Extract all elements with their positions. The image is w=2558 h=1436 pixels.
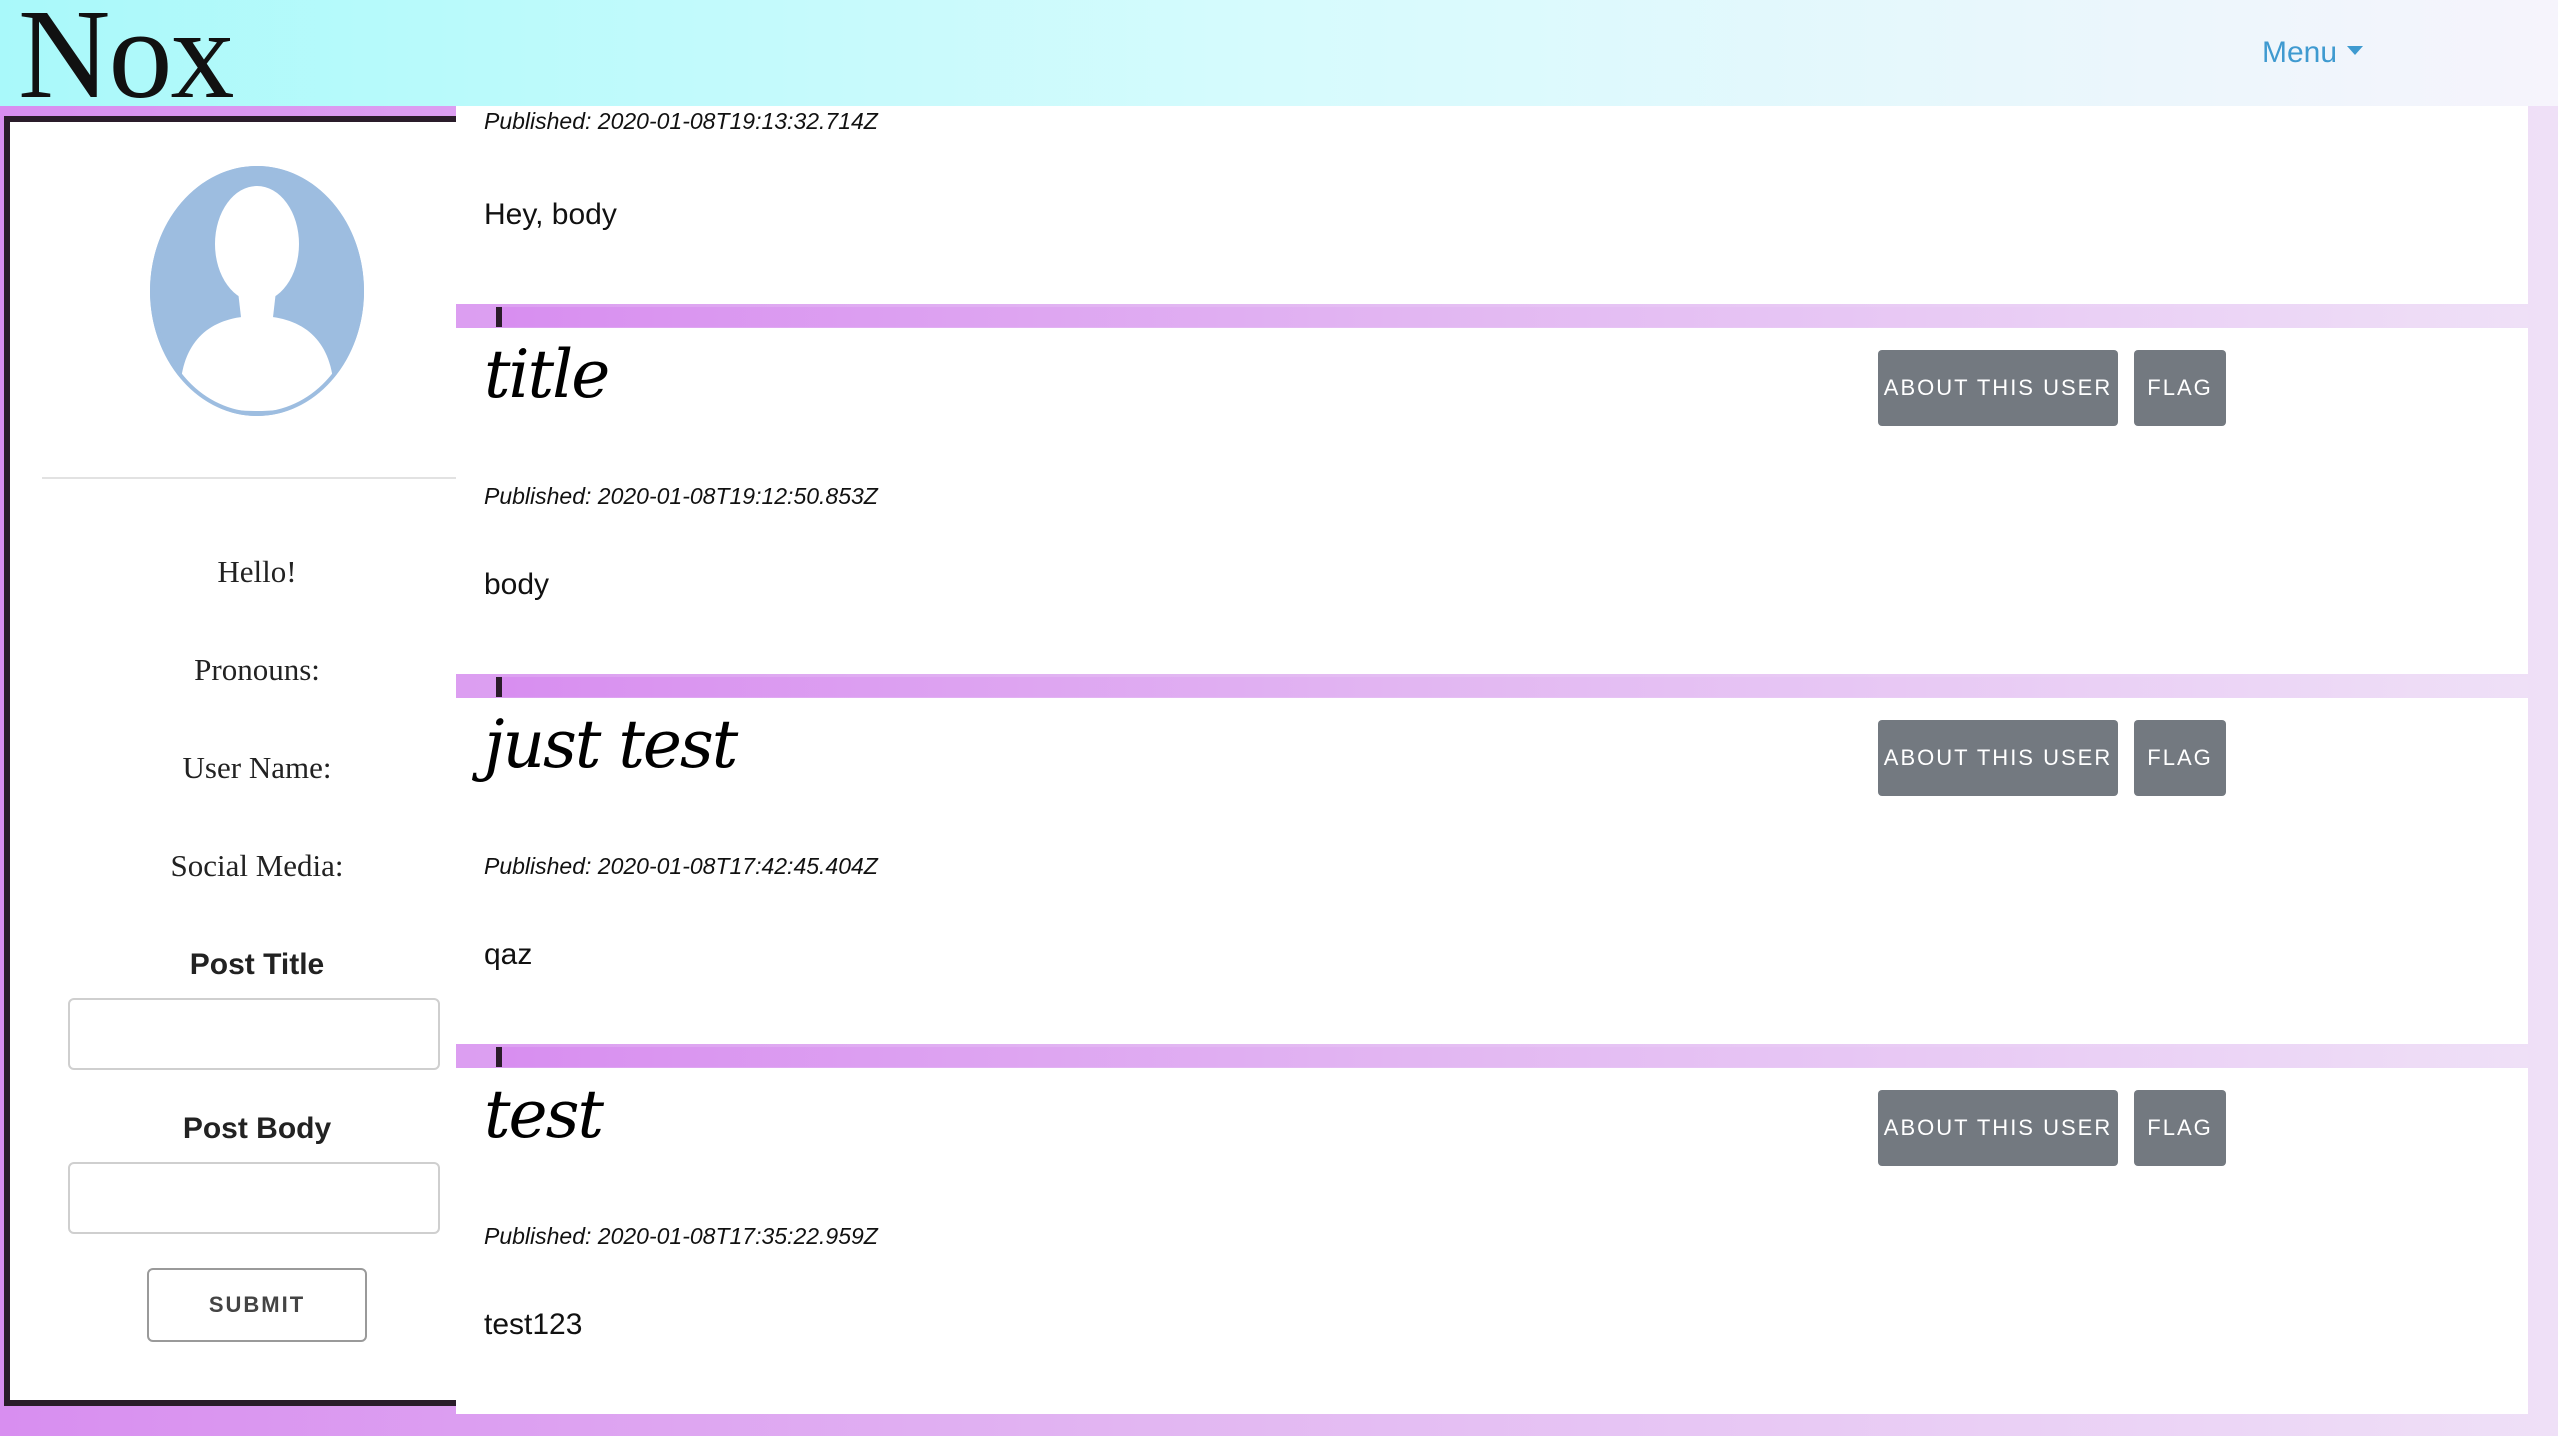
profile-panel: Hello! Pronouns: User Name: Social Media…: [4, 116, 462, 1406]
post-body-input[interactable]: [68, 1162, 440, 1234]
site-logo[interactable]: Nox: [18, 0, 234, 118]
username-label: User Name:: [182, 750, 332, 785]
post-body-label: Post Body: [182, 1112, 332, 1145]
flag-button[interactable]: FLAG: [2134, 720, 2226, 796]
flag-button[interactable]: FLAG: [2134, 350, 2226, 426]
post-body-text: body: [484, 568, 550, 601]
social-media-label: Social Media:: [170, 848, 344, 883]
submit-button[interactable]: SUBMIT: [147, 1268, 367, 1342]
post-title: test: [484, 1076, 604, 1153]
top-navbar: Nox Menu: [0, 0, 2558, 118]
about-this-user-button[interactable]: ABOUT THIS USER: [1878, 1090, 2118, 1166]
post-card: test ABOUT THIS USER FLAG Published: 202…: [456, 1068, 2528, 1414]
about-this-user-button[interactable]: ABOUT THIS USER: [1878, 720, 2118, 796]
pronouns-label: Pronouns:: [194, 652, 320, 687]
post-published-date: Published: 2020-01-08T19:12:50.853Z: [484, 483, 878, 509]
caret-down-icon: [2347, 45, 2364, 55]
menu-label: Menu: [2262, 36, 2338, 69]
menu-dropdown[interactable]: Menu: [2262, 36, 2364, 70]
post-body-text: Hey, body: [484, 198, 617, 231]
post-title: title: [484, 336, 610, 413]
greeting-text: Hello!: [217, 554, 297, 589]
post-card: Published: 2020-01-08T19:13:32.714Z Hey,…: [456, 106, 2528, 304]
post-body-text: test123: [484, 1308, 583, 1341]
post-title-input[interactable]: [68, 998, 440, 1070]
post-separator: [496, 677, 2528, 697]
user-silhouette-icon: [150, 166, 364, 416]
about-this-user-button[interactable]: ABOUT THIS USER: [1878, 350, 2118, 426]
post-published-date: Published: 2020-01-08T19:13:32.714Z: [484, 108, 878, 134]
profile-divider: [42, 477, 462, 479]
post-card: just test ABOUT THIS USER FLAG Published…: [456, 698, 2528, 1044]
post-published-date: Published: 2020-01-08T17:42:45.404Z: [484, 853, 878, 879]
post-title-label: Post Title: [189, 948, 325, 981]
flag-button[interactable]: FLAG: [2134, 1090, 2226, 1166]
post-body-text: qaz: [484, 938, 533, 971]
post-title: just test: [484, 706, 738, 783]
post-published-date: Published: 2020-01-08T17:35:22.959Z: [484, 1223, 878, 1249]
post-card: title ABOUT THIS USER FLAG Published: 20…: [456, 328, 2528, 674]
post-separator: [496, 1047, 2528, 1067]
post-separator: [496, 307, 2528, 327]
